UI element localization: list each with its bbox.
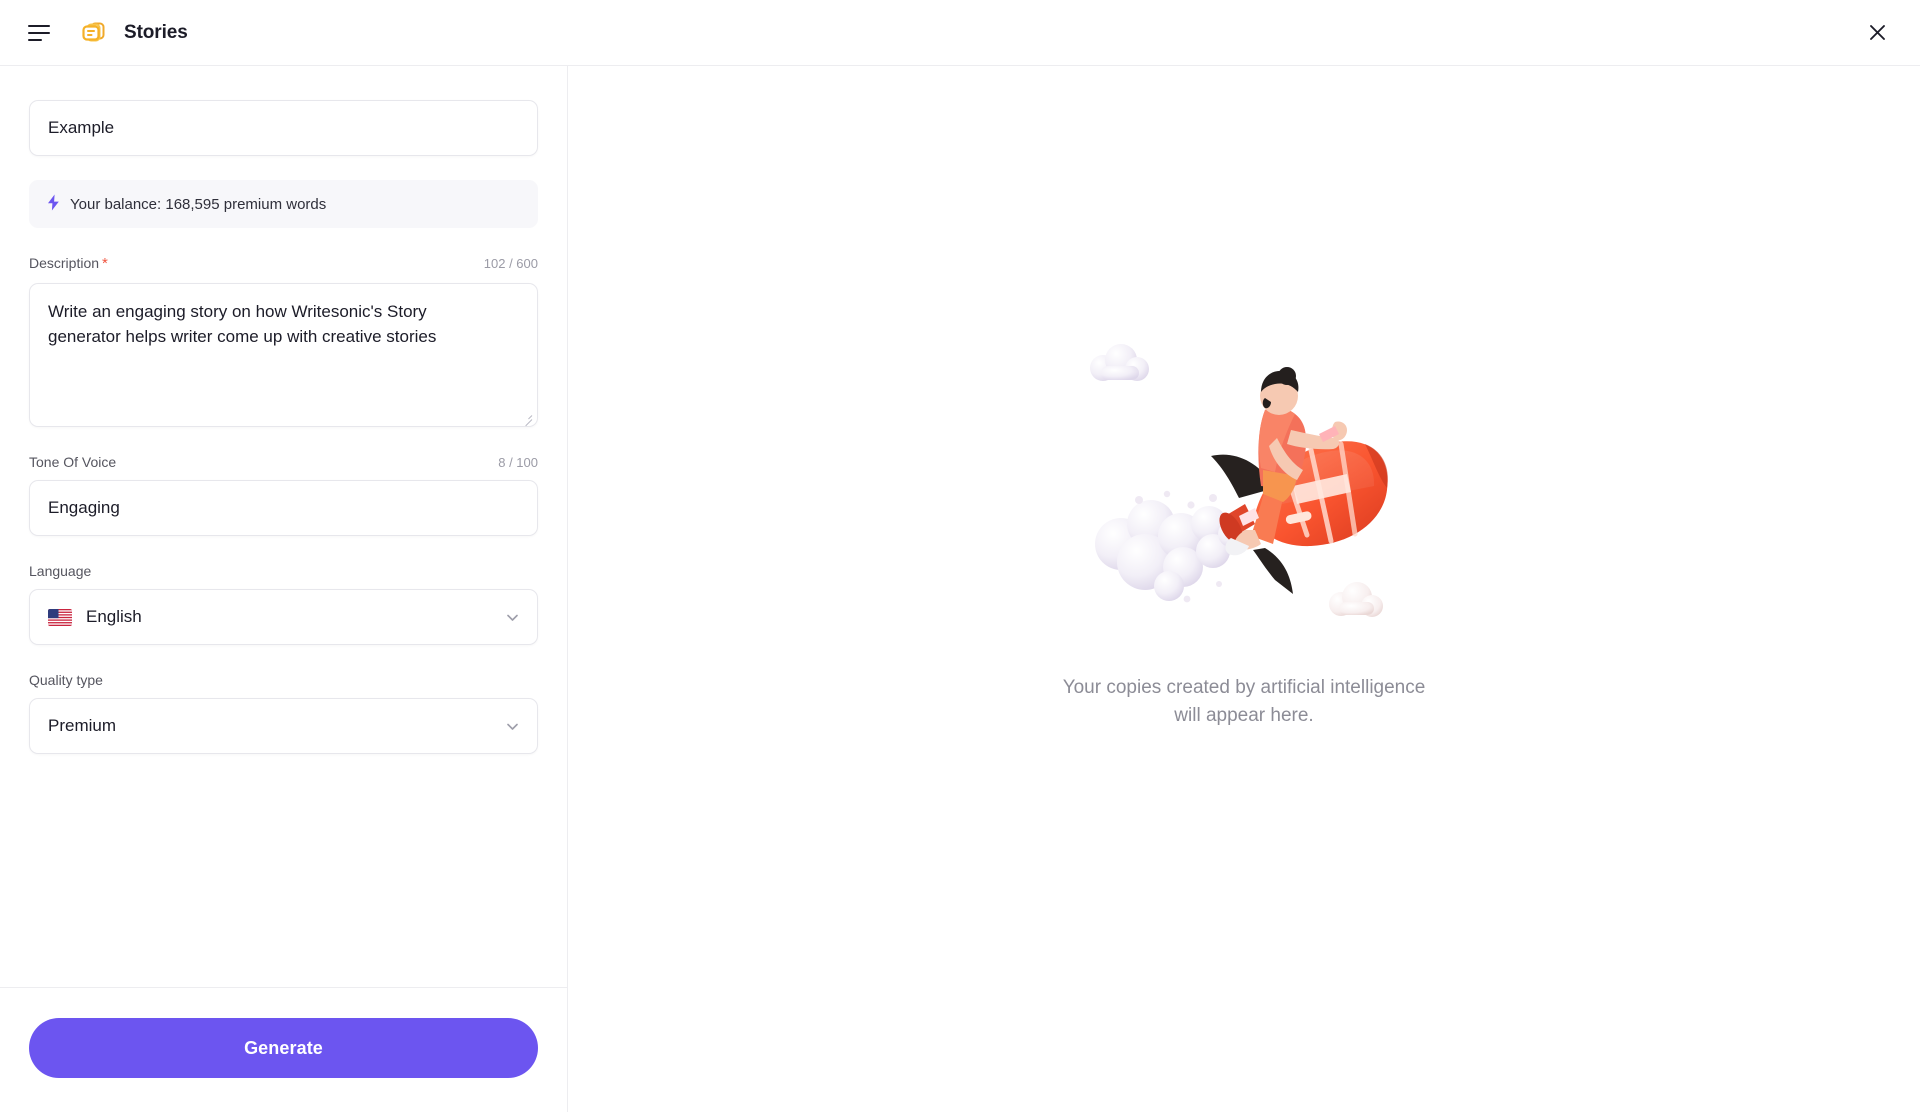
quality-type-select[interactable]: Premium (29, 698, 538, 754)
tone-label-row: Tone Of Voice 8 / 100 (29, 454, 538, 470)
header-left-group: Stories (28, 17, 188, 49)
project-name-value: Example (48, 118, 115, 137)
project-name-input[interactable]: Example (29, 100, 538, 156)
rocket-fin-bottom (1253, 548, 1293, 595)
modal-body: Example Your balance: 168,595 premium wo… (0, 66, 1920, 1112)
tone-of-voice-input[interactable]: Engaging (29, 480, 538, 536)
stories-generator-modal: Stories Example Your balance: 168,595 pr… (0, 0, 1920, 1112)
chevron-down-icon (504, 718, 521, 735)
language-label: Language (29, 563, 92, 579)
description-value: Write an engaging story on how Writesoni… (48, 302, 437, 346)
required-marker: * (102, 255, 108, 272)
form-fields: Example Your balance: 168,595 premium wo… (0, 66, 567, 987)
balance-text: Your balance: 168,595 premium words (70, 195, 327, 213)
tone-of-voice-label: Tone Of Voice (29, 454, 117, 470)
lightning-bolt-icon (47, 194, 60, 214)
page-title: Stories (124, 21, 188, 43)
form-panel: Example Your balance: 168,595 premium wo… (0, 66, 568, 1112)
results-panel: Your copies created by artificial intell… (568, 66, 1920, 1112)
quality-type-value: Premium (48, 716, 117, 735)
quality-type-label: Quality type (29, 672, 103, 688)
tone-of-voice-counter: 8 / 100 (498, 455, 538, 470)
empty-state-text: Your copies created by artificial intell… (1063, 674, 1426, 729)
description-textarea[interactable]: Write an engaging story on how Writesoni… (29, 283, 538, 427)
us-flag-icon (48, 608, 72, 626)
description-label-row: Description * 102 / 600 (29, 255, 538, 273)
language-label-row: Language (29, 563, 538, 579)
close-icon[interactable] (1860, 16, 1894, 50)
cloud-bottom-right (1329, 582, 1383, 618)
person-riding-rocket-illustration (1079, 338, 1409, 638)
empty-state-line-2: will appear here. (1174, 705, 1314, 726)
hamburger-line (28, 38, 42, 41)
description-counter: 102 / 600 (483, 256, 538, 271)
cloud-top-left (1090, 344, 1149, 382)
generate-button[interactable]: Generate (29, 1018, 538, 1078)
stories-app-icon (78, 17, 110, 49)
hamburger-line (28, 31, 50, 34)
empty-state-line-1: Your copies created by artificial intell… (1062, 677, 1426, 699)
tone-of-voice-value: Engaging (48, 498, 120, 517)
description-label: Description * (29, 255, 108, 272)
balance-banner: Your balance: 168,595 premium words (29, 180, 538, 228)
quality-type-label-row: Quality type (29, 672, 538, 688)
chevron-down-icon (504, 609, 521, 626)
form-footer: Generate (0, 987, 567, 1112)
language-select[interactable]: English (29, 589, 538, 645)
app-header: Stories (0, 0, 1920, 66)
hamburger-line (28, 24, 50, 27)
language-value: English (86, 607, 142, 626)
resize-handle-icon[interactable] (520, 410, 533, 427)
hamburger-menu-icon[interactable] (28, 19, 56, 47)
